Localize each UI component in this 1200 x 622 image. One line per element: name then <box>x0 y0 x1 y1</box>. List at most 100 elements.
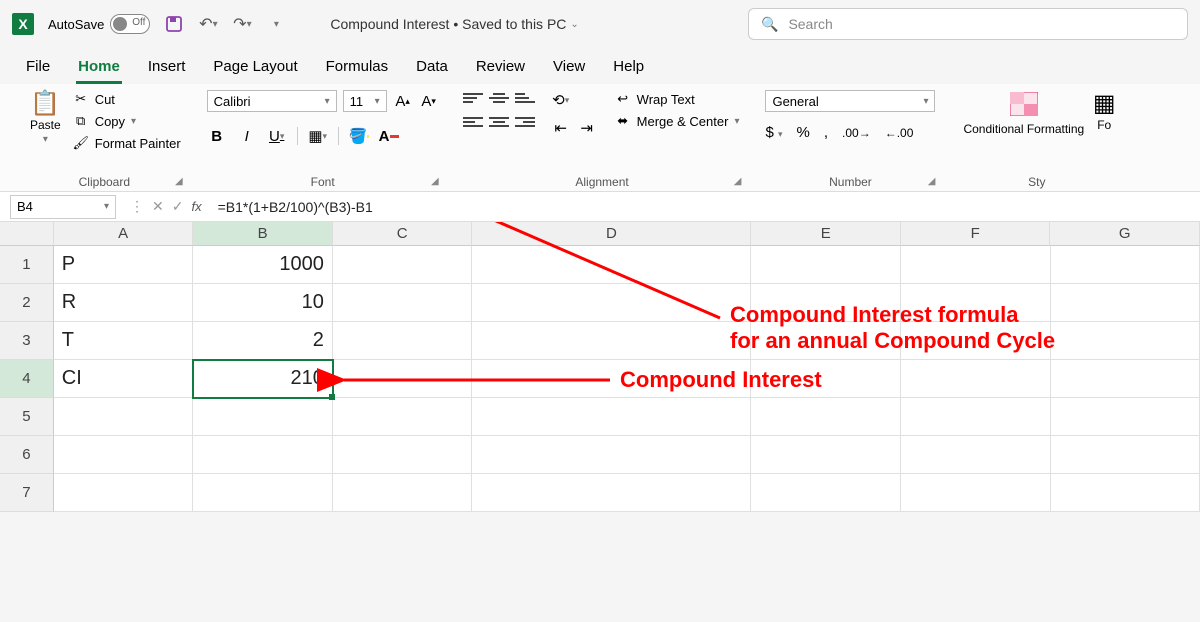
col-header-G[interactable]: G <box>1050 222 1200 246</box>
cell-B3[interactable]: 2 <box>193 322 333 360</box>
font-size-selector[interactable]: 11▾ <box>343 90 387 112</box>
col-header-B[interactable]: B <box>193 222 333 246</box>
dialog-launcher-icon[interactable]: ◢ <box>431 176 439 187</box>
cell-G5[interactable] <box>1051 398 1200 436</box>
dialog-launcher-icon[interactable]: ◢ <box>175 176 183 187</box>
cell-G1[interactable] <box>1051 246 1200 284</box>
row-header-6[interactable]: 6 <box>0 436 54 474</box>
cell-A7[interactable] <box>54 474 194 512</box>
cell-E5[interactable] <box>751 398 901 436</box>
cell-F7[interactable] <box>901 474 1051 512</box>
align-center-icon[interactable] <box>489 114 509 130</box>
tab-home[interactable]: Home <box>76 52 122 84</box>
cell-D3[interactable] <box>472 322 751 360</box>
cell-D2[interactable] <box>472 284 751 322</box>
cell-C5[interactable] <box>333 398 473 436</box>
formula-input[interactable]: =B1*(1+B2/100)^(B3)-B1 <box>210 199 1200 215</box>
fill-color-button[interactable]: 🪣 <box>349 126 369 146</box>
cell-C1[interactable] <box>333 246 473 284</box>
cell-G2[interactable] <box>1051 284 1200 322</box>
cell-F6[interactable] <box>901 436 1051 474</box>
cell-F1[interactable] <box>901 246 1051 284</box>
cell-B4[interactable]: 210 <box>193 360 333 398</box>
col-header-C[interactable]: C <box>333 222 473 246</box>
autosave-toggle[interactable]: Off <box>110 14 150 34</box>
underline-button[interactable]: U ▾ <box>267 126 287 146</box>
cell-A2[interactable]: R <box>54 284 194 322</box>
paste-button[interactable]: 📋 Paste ▾ <box>26 90 65 147</box>
dialog-launcher-icon[interactable]: ◢ <box>928 176 936 187</box>
cell-F3[interactable] <box>901 322 1051 360</box>
percent-icon[interactable]: % <box>797 124 810 141</box>
cell-B5[interactable] <box>193 398 333 436</box>
col-header-A[interactable]: A <box>54 222 194 246</box>
cell-D4[interactable] <box>472 360 751 398</box>
cell-G6[interactable] <box>1051 436 1200 474</box>
wrap-text-button[interactable]: ↩Wrap Text <box>613 90 742 108</box>
tab-help[interactable]: Help <box>611 52 646 84</box>
row-header-2[interactable]: 2 <box>0 284 54 322</box>
cell-E6[interactable] <box>751 436 901 474</box>
cancel-icon[interactable]: ✕ <box>152 198 164 215</box>
tab-data[interactable]: Data <box>414 52 450 84</box>
cell-F4[interactable] <box>901 360 1051 398</box>
decrease-font-icon[interactable]: A▾ <box>419 91 439 111</box>
select-all-corner[interactable] <box>0 222 54 246</box>
col-header-E[interactable]: E <box>751 222 901 246</box>
undo-icon[interactable]: ↶▾ <box>198 14 218 34</box>
cell-F2[interactable] <box>901 284 1051 322</box>
tab-page-layout[interactable]: Page Layout <box>211 52 299 84</box>
col-header-F[interactable]: F <box>901 222 1051 246</box>
cell-G3[interactable] <box>1051 322 1200 360</box>
cell-D5[interactable] <box>472 398 751 436</box>
cell-D6[interactable] <box>472 436 751 474</box>
dropdown-icon[interactable]: ⋮ <box>130 198 144 215</box>
align-middle-icon[interactable] <box>489 90 509 106</box>
cell-C2[interactable] <box>333 284 473 322</box>
cell-C3[interactable] <box>333 322 473 360</box>
align-left-icon[interactable] <box>463 114 483 130</box>
cell-G4[interactable] <box>1051 360 1200 398</box>
fx-icon[interactable]: fx <box>191 199 201 214</box>
increase-indent-icon[interactable]: ⇥ <box>577 118 597 138</box>
cell-A6[interactable] <box>54 436 194 474</box>
align-top-icon[interactable] <box>463 90 483 106</box>
cell-B1[interactable]: 1000 <box>193 246 333 284</box>
increase-font-icon[interactable]: A▴ <box>393 91 413 111</box>
align-right-icon[interactable] <box>515 114 535 130</box>
tab-view[interactable]: View <box>551 52 587 84</box>
cell-B2[interactable]: 10 <box>193 284 333 322</box>
cut-button[interactable]: ✂Cut <box>71 90 183 108</box>
cell-C6[interactable] <box>333 436 473 474</box>
currency-icon[interactable]: $ ▾ <box>765 124 782 141</box>
increase-decimal-icon[interactable]: .00→ <box>842 126 871 140</box>
cell-B6[interactable] <box>193 436 333 474</box>
name-box[interactable]: B4▾ <box>10 195 116 219</box>
conditional-formatting-button[interactable]: Conditional Formatting <box>959 90 1088 138</box>
autosave-control[interactable]: AutoSave Off <box>48 14 150 34</box>
redo-icon[interactable]: ↷▾ <box>232 14 252 34</box>
align-bottom-icon[interactable] <box>515 90 535 106</box>
bold-button[interactable]: B <box>207 126 227 146</box>
row-header-4[interactable]: 4 <box>0 360 54 398</box>
document-title[interactable]: Compound Interest • Saved to this PC⌄ <box>330 16 578 32</box>
dialog-launcher-icon[interactable]: ◢ <box>734 176 742 187</box>
merge-center-button[interactable]: ⬌Merge & Center ▾ <box>613 112 742 130</box>
comma-icon[interactable]: , <box>824 124 828 141</box>
enter-icon[interactable]: ✓ <box>172 198 184 215</box>
row-header-7[interactable]: 7 <box>0 474 54 512</box>
search-input[interactable]: 🔍 Search <box>748 8 1188 40</box>
tab-file[interactable]: File <box>24 52 52 84</box>
font-name-selector[interactable]: Calibri▾ <box>207 90 337 112</box>
tab-formulas[interactable]: Formulas <box>324 52 391 84</box>
cell-A4[interactable]: CI <box>54 360 194 398</box>
tab-review[interactable]: Review <box>474 52 527 84</box>
cell-A3[interactable]: T <box>54 322 194 360</box>
format-painter-button[interactable]: 🖌Format Painter <box>71 134 183 152</box>
cell-B7[interactable] <box>193 474 333 512</box>
number-format-selector[interactable]: General▾ <box>765 90 935 112</box>
italic-button[interactable]: I <box>237 126 257 146</box>
cell-A1[interactable]: P <box>54 246 194 284</box>
format-table-button[interactable]: ▦ Fo <box>1094 90 1114 134</box>
cell-E7[interactable] <box>751 474 901 512</box>
